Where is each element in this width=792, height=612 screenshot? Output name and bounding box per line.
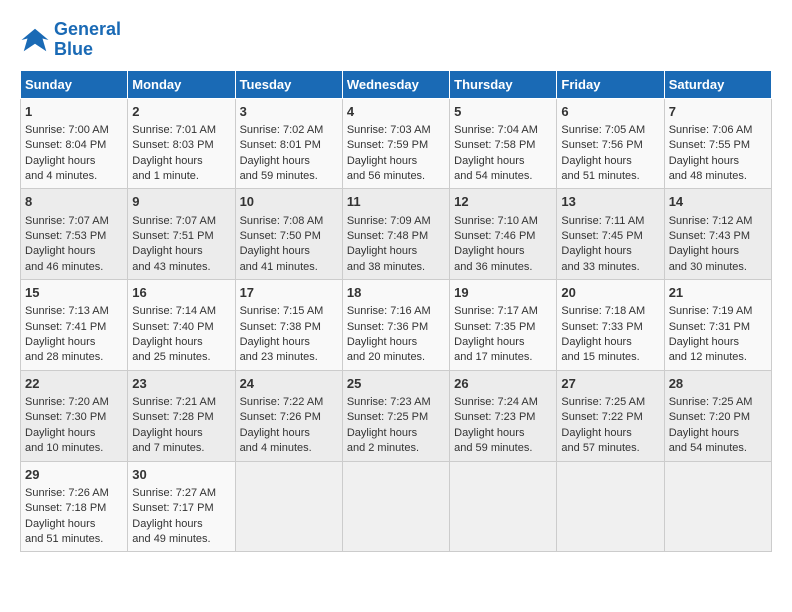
calendar-header-wednesday: Wednesday xyxy=(342,70,449,98)
calendar-day-24: 24Sunrise: 7:22 AMSunset: 7:26 PMDayligh… xyxy=(235,370,342,461)
calendar-header-thursday: Thursday xyxy=(450,70,557,98)
calendar-day-25: 25Sunrise: 7:23 AMSunset: 7:25 PMDayligh… xyxy=(342,370,449,461)
calendar-day-14: 14Sunrise: 7:12 AMSunset: 7:43 PMDayligh… xyxy=(664,189,771,280)
logo-text: General Blue xyxy=(54,20,121,60)
calendar-day-9: 9Sunrise: 7:07 AMSunset: 7:51 PMDaylight… xyxy=(128,189,235,280)
calendar-day-17: 17Sunrise: 7:15 AMSunset: 7:38 PMDayligh… xyxy=(235,280,342,371)
calendar-day-22: 22Sunrise: 7:20 AMSunset: 7:30 PMDayligh… xyxy=(21,370,128,461)
calendar-header-monday: Monday xyxy=(128,70,235,98)
empty-cell xyxy=(342,461,449,552)
calendar-day-5: 5Sunrise: 7:04 AMSunset: 7:58 PMDaylight… xyxy=(450,98,557,189)
logo-icon xyxy=(20,25,50,55)
logo: General Blue xyxy=(20,20,121,60)
empty-cell xyxy=(664,461,771,552)
calendar-day-29: 29Sunrise: 7:26 AMSunset: 7:18 PMDayligh… xyxy=(21,461,128,552)
calendar-day-7: 7Sunrise: 7:06 AMSunset: 7:55 PMDaylight… xyxy=(664,98,771,189)
calendar-day-3: 3Sunrise: 7:02 AMSunset: 8:01 PMDaylight… xyxy=(235,98,342,189)
calendar-day-6: 6Sunrise: 7:05 AMSunset: 7:56 PMDaylight… xyxy=(557,98,664,189)
calendar-day-13: 13Sunrise: 7:11 AMSunset: 7:45 PMDayligh… xyxy=(557,189,664,280)
calendar-day-30: 30Sunrise: 7:27 AMSunset: 7:17 PMDayligh… xyxy=(128,461,235,552)
calendar-header-tuesday: Tuesday xyxy=(235,70,342,98)
calendar-header-friday: Friday xyxy=(557,70,664,98)
calendar-day-15: 15Sunrise: 7:13 AMSunset: 7:41 PMDayligh… xyxy=(21,280,128,371)
calendar-day-10: 10Sunrise: 7:08 AMSunset: 7:50 PMDayligh… xyxy=(235,189,342,280)
empty-cell xyxy=(235,461,342,552)
empty-cell xyxy=(450,461,557,552)
calendar-table: SundayMondayTuesdayWednesdayThursdayFrid… xyxy=(20,70,772,553)
calendar-day-4: 4Sunrise: 7:03 AMSunset: 7:59 PMDaylight… xyxy=(342,98,449,189)
calendar-day-2: 2Sunrise: 7:01 AMSunset: 8:03 PMDaylight… xyxy=(128,98,235,189)
calendar-day-23: 23Sunrise: 7:21 AMSunset: 7:28 PMDayligh… xyxy=(128,370,235,461)
calendar-day-12: 12Sunrise: 7:10 AMSunset: 7:46 PMDayligh… xyxy=(450,189,557,280)
calendar-day-1: 1Sunrise: 7:00 AMSunset: 8:04 PMDaylight… xyxy=(21,98,128,189)
calendar-day-11: 11Sunrise: 7:09 AMSunset: 7:48 PMDayligh… xyxy=(342,189,449,280)
calendar-day-18: 18Sunrise: 7:16 AMSunset: 7:36 PMDayligh… xyxy=(342,280,449,371)
calendar-day-20: 20Sunrise: 7:18 AMSunset: 7:33 PMDayligh… xyxy=(557,280,664,371)
calendar-day-28: 28Sunrise: 7:25 AMSunset: 7:20 PMDayligh… xyxy=(664,370,771,461)
calendar-day-21: 21Sunrise: 7:19 AMSunset: 7:31 PMDayligh… xyxy=(664,280,771,371)
calendar-day-8: 8Sunrise: 7:07 AMSunset: 7:53 PMDaylight… xyxy=(21,189,128,280)
calendar-day-16: 16Sunrise: 7:14 AMSunset: 7:40 PMDayligh… xyxy=(128,280,235,371)
page-header: General Blue xyxy=(20,20,772,60)
calendar-day-26: 26Sunrise: 7:24 AMSunset: 7:23 PMDayligh… xyxy=(450,370,557,461)
calendar-header-sunday: Sunday xyxy=(21,70,128,98)
calendar-header-saturday: Saturday xyxy=(664,70,771,98)
calendar-day-27: 27Sunrise: 7:25 AMSunset: 7:22 PMDayligh… xyxy=(557,370,664,461)
calendar-day-19: 19Sunrise: 7:17 AMSunset: 7:35 PMDayligh… xyxy=(450,280,557,371)
empty-cell xyxy=(557,461,664,552)
